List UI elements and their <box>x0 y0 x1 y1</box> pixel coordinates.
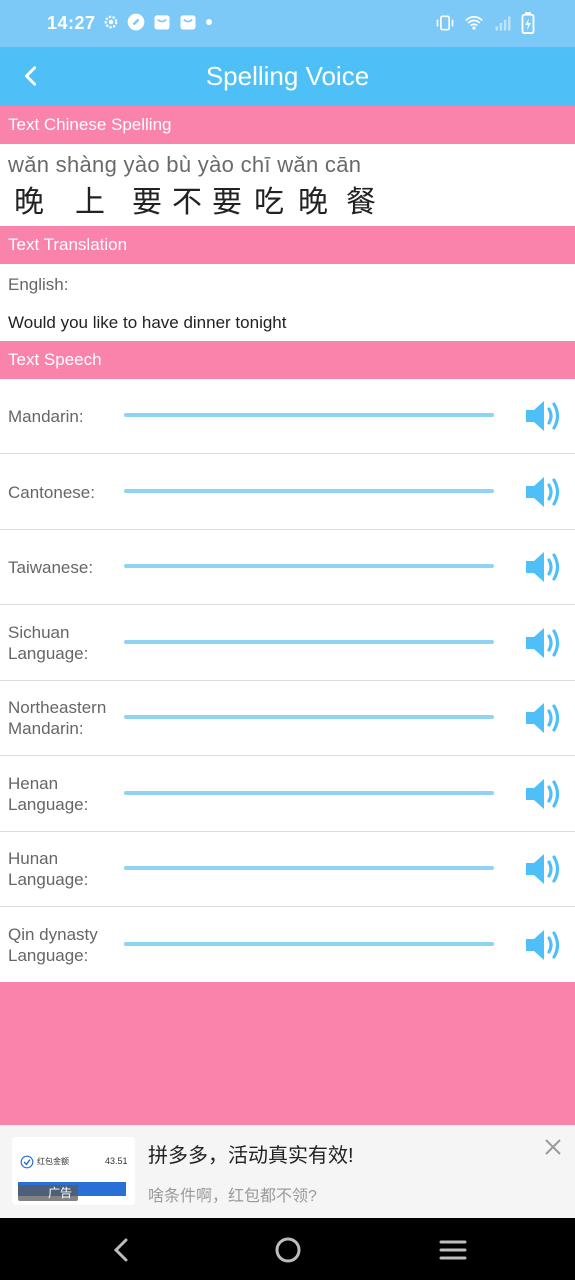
ad-banner[interactable]: 红包金额 43.51 广告 拼多多，活动真实有效! 啥条件啊，红包都不领? <box>0 1125 575 1218</box>
row-divider <box>0 453 575 454</box>
speaker-icon <box>526 628 560 658</box>
hanzi-char: 要 <box>212 186 242 219</box>
gear-icon <box>104 15 118 29</box>
speaker-button[interactable] <box>524 699 566 737</box>
ad-thumb-number: 43.51 <box>105 1156 128 1166</box>
nav-menu-icon <box>439 1240 467 1260</box>
speech-progress-bar[interactable] <box>124 866 494 870</box>
translation-text: Would you like to have dinner tonight <box>8 313 287 332</box>
speech-language-label: Qin dynasty Language: <box>8 925 98 965</box>
speaker-button[interactable] <box>524 775 566 813</box>
speech-progress-bar[interactable] <box>124 413 494 417</box>
battery-icon <box>521 12 535 34</box>
row-divider <box>0 755 575 756</box>
speaker-button[interactable] <box>524 624 566 662</box>
hanzi-char: 上 <box>75 186 105 219</box>
signal-icon <box>495 16 511 31</box>
speech-row: Mandarin: <box>0 379 575 454</box>
speaker-icon <box>526 779 560 809</box>
speaker-icon <box>526 703 560 733</box>
pinyin-text: wǎn shàng yào bù yào chī wǎn cān <box>8 152 362 177</box>
speech-row: Cantonese: <box>0 455 575 530</box>
ad-close-button[interactable] <box>541 1135 565 1159</box>
hanzi-char: 要 <box>132 186 162 219</box>
speaker-button[interactable] <box>524 850 566 888</box>
vibrate-icon <box>436 15 454 31</box>
speaker-icon <box>526 854 560 884</box>
speech-language-label: Sichuan Language: <box>8 623 89 663</box>
speech-progress-bar[interactable] <box>124 942 494 946</box>
empty-area <box>0 982 575 1125</box>
speech-row: Henan Language: <box>0 757 575 832</box>
hanzi-char: 不 <box>172 186 202 219</box>
nav-menu-button[interactable] <box>435 1232 471 1268</box>
status-system-icons <box>435 12 535 34</box>
speech-progress-bar[interactable] <box>124 715 494 719</box>
speech-language-label: Hunan Language: <box>8 849 89 889</box>
speech-row: Sichuan Language: <box>0 606 575 681</box>
speech-progress-bar[interactable] <box>124 564 494 568</box>
wifi-icon <box>465 15 483 30</box>
nav-back-button[interactable] <box>104 1232 140 1268</box>
nav-home-icon <box>275 1237 301 1263</box>
status-bar: 14:27 <box>0 0 575 47</box>
nav-back-icon <box>113 1238 128 1262</box>
compass-icon <box>127 13 145 31</box>
speech-language-label: Mandarin: <box>8 407 84 426</box>
check-circle-icon <box>20 1155 34 1169</box>
speech-progress-bar[interactable] <box>124 640 494 644</box>
speech-progress-bar[interactable] <box>124 791 494 795</box>
status-time: 14:27 <box>47 13 96 33</box>
section-header-spelling: Text Chinese Spelling <box>0 106 575 144</box>
ad-badge-label: 广告 <box>47 1186 72 1200</box>
app-bar: Spelling Voice <box>0 47 575 106</box>
ad-thumbnail[interactable]: 红包金额 43.51 广告 <box>12 1137 135 1205</box>
speaker-button[interactable] <box>524 548 566 586</box>
translation-language-label: English: <box>8 275 69 294</box>
hanzi-char: 吃 <box>254 186 284 219</box>
speaker-button[interactable] <box>524 397 566 435</box>
speaker-button[interactable] <box>524 473 566 511</box>
speech-language-label: Taiwanese: <box>8 558 94 577</box>
speech-row: Taiwanese: <box>0 530 575 605</box>
section-header-translation: Text Translation <box>0 226 575 264</box>
hanzi-char: 晚 <box>14 186 44 219</box>
speech-language-label: Northeastern Mandarin: <box>8 698 107 738</box>
status-notification-icons <box>102 12 214 32</box>
speech-language-label: Henan Language: <box>8 774 89 814</box>
speaker-icon <box>526 401 560 431</box>
ad-title[interactable]: 拼多多，活动真实有效! <box>148 1139 354 1168</box>
hanzi-char: 餐 <box>346 186 376 219</box>
system-nav-bar <box>0 1218 575 1280</box>
bag-icon <box>154 15 170 30</box>
speech-row: Qin dynasty Language: <box>0 908 575 983</box>
hanzi-char: 晚 <box>298 186 328 219</box>
speaker-icon <box>526 552 560 582</box>
ad-subtitle: 啥条件啊，红包都不领? <box>148 1188 317 1205</box>
speaker-icon <box>526 477 560 507</box>
speaker-button[interactable] <box>524 926 566 964</box>
speech-row: Hunan Language: <box>0 832 575 907</box>
speech-progress-bar[interactable] <box>124 489 494 493</box>
ad-badge: 广告 <box>18 1185 78 1201</box>
page-title: Spelling Voice <box>205 61 370 91</box>
bag-icon <box>180 15 196 30</box>
close-icon <box>545 1139 561 1155</box>
nav-home-button[interactable] <box>270 1232 306 1268</box>
speaker-icon <box>526 930 560 960</box>
speech-row: Northeastern Mandarin: <box>0 681 575 756</box>
section-header-speech: Text Speech <box>0 341 575 379</box>
row-divider <box>0 604 575 605</box>
speech-language-label: Cantonese: <box>8 483 95 502</box>
ad-thumb-text: 红包金额 <box>37 1157 69 1166</box>
dot-icon <box>206 19 212 25</box>
row-divider <box>0 906 575 907</box>
